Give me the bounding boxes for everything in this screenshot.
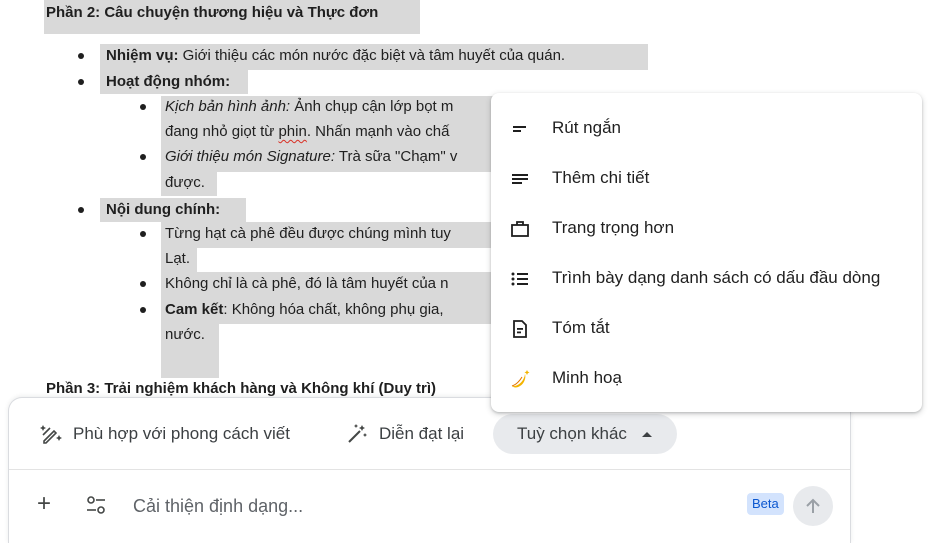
script-line-2: đang nhỏ giọt từ phin. Nhấn mạnh vào chấ (165, 123, 450, 140)
more-options-chip[interactable]: Tuỳ chọn khác (493, 414, 677, 454)
add-icon[interactable]: + (37, 492, 51, 516)
bullet (140, 231, 146, 237)
menu-item-shorten[interactable]: Rút ngắn (491, 103, 922, 153)
prompt-row: + Beta (9, 484, 850, 528)
beta-badge: Beta (747, 493, 784, 515)
notes-icon (509, 168, 531, 190)
summary-doc-icon (509, 318, 531, 340)
caret-up-icon (641, 432, 652, 437)
tune-settings-icon[interactable] (85, 494, 107, 516)
ai-assist-panel: Phù hợp với phong cách viết Diễn đạt lại… (8, 397, 851, 543)
bullet (140, 307, 146, 313)
content-line-2: Không chỉ là cà phê, đó là tâm huyết của… (165, 275, 449, 292)
signature-line-2: được. (165, 174, 205, 191)
menu-item-formal[interactable]: Trang trọng hơn (491, 203, 922, 253)
send-button[interactable] (793, 486, 833, 526)
briefcase-icon (509, 218, 531, 240)
magic-wand-icon (348, 424, 367, 443)
spelling-underline: phin (278, 123, 307, 140)
pen-sparkle-icon (40, 425, 62, 444)
menu-item-illustrate[interactable]: Minh hoạ (491, 353, 922, 403)
menu-item-elaborate[interactable]: Thêm chi tiết (491, 153, 922, 203)
short-text-icon (509, 118, 531, 140)
rephrase-chip[interactable]: Diễn đạt lại (345, 414, 464, 454)
script-line-1: Kịch bản hình ảnh: Ảnh chụp cận lớp bọt … (165, 98, 454, 115)
prompt-input[interactable] (131, 490, 695, 522)
activity-heading: Hoạt động nhóm: (106, 73, 231, 90)
suggestion-chips: Phù hợp với phong cách viết Diễn đạt lại… (9, 414, 850, 454)
section-2-heading: Phần 2: Câu chuyện thương hiệu và Thực đ… (46, 4, 379, 21)
bullet (78, 207, 84, 213)
task-line: Nhiệm vụ: Giới thiệu các món nước đặc bi… (106, 47, 566, 64)
more-options-menu: Rút ngắn Thêm chi tiết Trang trọng hơn T… (491, 93, 922, 412)
commit-line: Cam kết: Không hóa chất, không phụ gia, (165, 301, 444, 318)
commit-line-2: nước. (165, 326, 205, 343)
signature-line: Giới thiệu món Signature: Trà sữa "Chạm"… (165, 148, 458, 165)
arrow-up-icon (806, 498, 820, 513)
content-line-1: Từng hạt cà phê đều được chúng mình tuy (165, 225, 451, 242)
bullet (78, 53, 84, 59)
content-heading: Nội dung chính: (106, 201, 221, 218)
bullet (78, 79, 84, 85)
bullet (140, 281, 146, 287)
bullet (140, 104, 146, 110)
banana-sparkle-icon (509, 368, 531, 390)
panel-divider (9, 469, 850, 470)
menu-item-summarize[interactable]: Tóm tắt (491, 303, 922, 353)
match-style-chip[interactable]: Phù hợp với phong cách viết (39, 414, 290, 454)
menu-item-bulleted-list[interactable]: Trình bày dạng danh sách có dấu đầu dòng (491, 253, 922, 303)
bulleted-list-icon (509, 268, 531, 290)
bullet (140, 154, 146, 160)
content-line-1b: Lạt. (165, 250, 191, 267)
